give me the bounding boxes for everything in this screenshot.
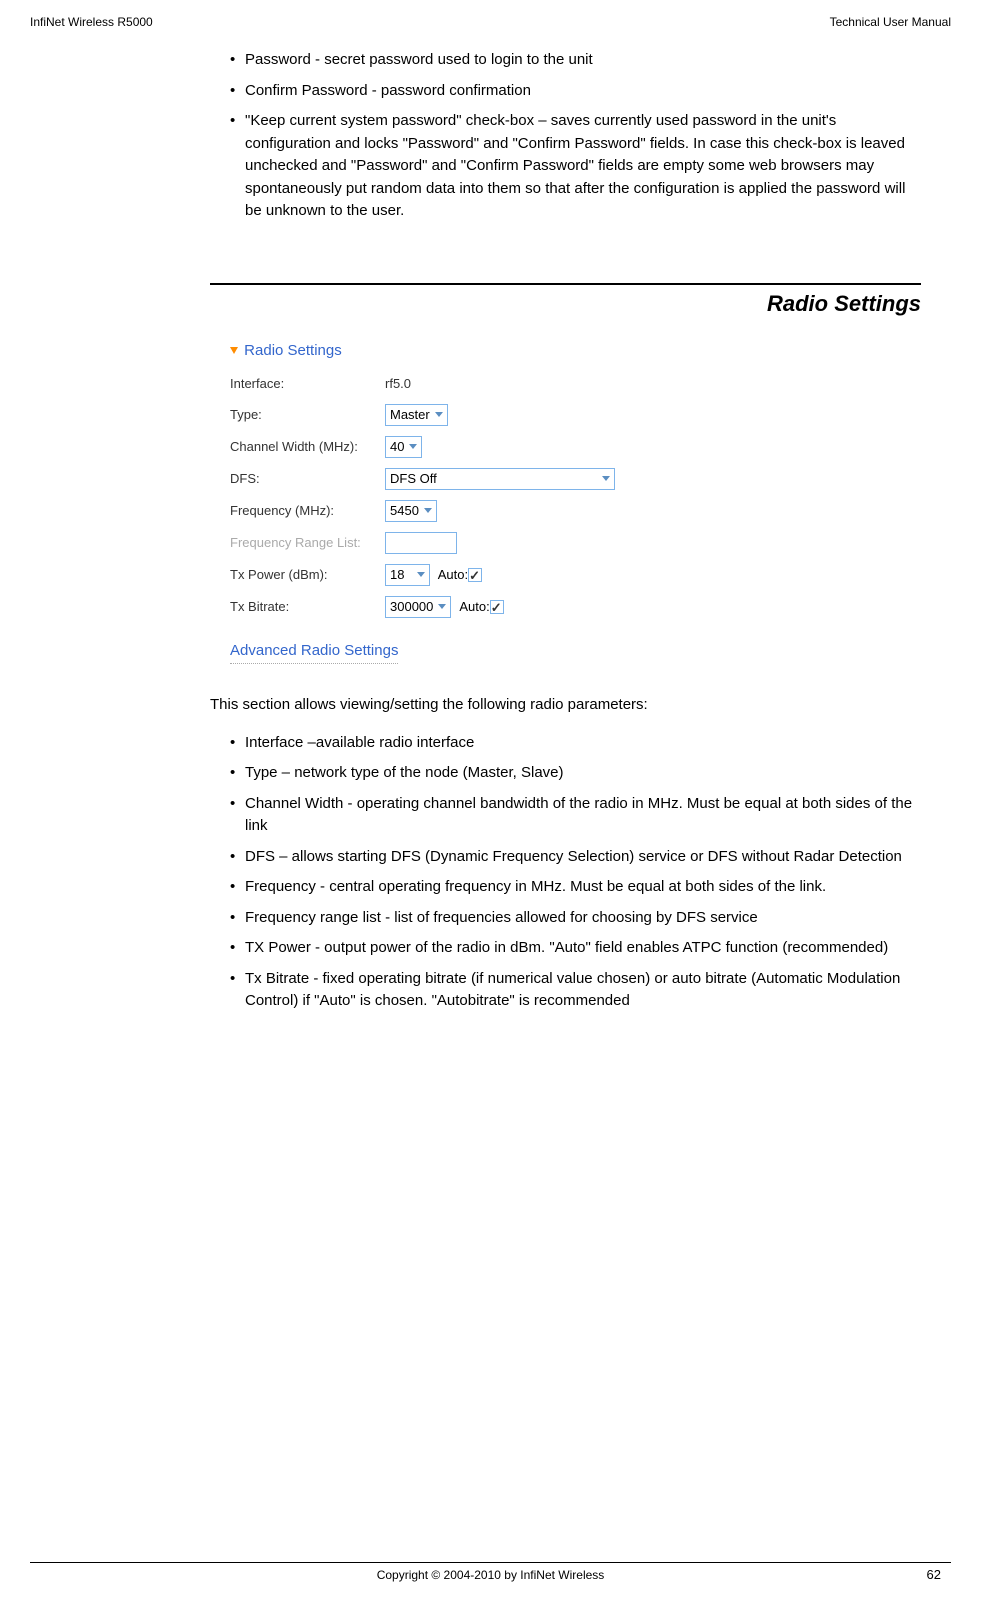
copyright-text: Copyright © 2004-2010 by InfiNet Wireles… — [377, 1568, 605, 1582]
freq-range-label: Frequency Range List: — [230, 533, 385, 553]
frequency-value: 5450 — [390, 501, 419, 521]
list-text: DFS – allows starting DFS (Dynamic Frequ… — [245, 848, 902, 865]
triangle-down-icon — [230, 347, 238, 354]
tx-bitrate-value: 300000 — [390, 597, 433, 617]
list-item: Type – network type of the node (Master,… — [210, 762, 921, 785]
password-list: Password - secret password used to login… — [210, 49, 921, 223]
header-left: InfiNet Wireless R5000 — [30, 15, 153, 29]
list-text: Type – network type of the node (Master,… — [245, 764, 564, 781]
list-item: Confirm Password - password confirmation — [210, 80, 921, 103]
tx-bitrate-select[interactable]: 300000 — [385, 596, 451, 618]
list-text: "Keep current system password" check-box… — [245, 112, 905, 219]
tx-power-auto-checkbox[interactable] — [468, 568, 482, 582]
chevron-down-icon — [435, 412, 443, 417]
type-row: Type: Master — [230, 404, 901, 426]
channel-width-label: Channel Width (MHz): — [230, 437, 385, 457]
frequency-label: Frequency (MHz): — [230, 501, 385, 521]
list-text: Frequency range list - list of frequenci… — [245, 909, 758, 926]
list-text: Interface –available radio interface — [245, 734, 474, 751]
tx-power-label: Tx Power (dBm): — [230, 565, 385, 585]
dfs-row: DFS: DFS Off — [230, 468, 901, 490]
page-number: 62 — [927, 1567, 941, 1582]
tx-bitrate-auto-label: Auto: — [459, 597, 489, 617]
interface-value: rf5.0 — [385, 374, 411, 394]
channel-width-row: Channel Width (MHz): 40 — [230, 436, 901, 458]
frequency-select[interactable]: 5450 — [385, 500, 437, 522]
list-item: "Keep current system password" check-box… — [210, 110, 921, 223]
list-item: Channel Width - operating channel bandwi… — [210, 793, 921, 838]
tx-power-value: 18 — [390, 565, 404, 585]
list-item: DFS – allows starting DFS (Dynamic Frequ… — [210, 846, 921, 869]
list-item: Frequency range list - list of frequenci… — [210, 907, 921, 930]
frequency-row: Frequency (MHz): 5450 — [230, 500, 901, 522]
freq-range-input[interactable] — [385, 532, 457, 554]
dfs-select[interactable]: DFS Off — [385, 468, 615, 490]
advanced-label: Advanced Radio Settings — [230, 642, 398, 659]
type-label: Type: — [230, 405, 385, 425]
dfs-value: DFS Off — [390, 469, 437, 489]
radio-settings-header[interactable]: Radio Settings — [230, 340, 901, 363]
page-footer: Copyright © 2004-2010 by InfiNet Wireles… — [30, 1562, 951, 1582]
chevron-down-icon — [424, 508, 432, 513]
section-title: Radio Settings — [210, 283, 921, 320]
channel-width-select[interactable]: 40 — [385, 436, 422, 458]
chevron-down-icon — [417, 572, 425, 577]
type-select[interactable]: Master — [385, 404, 448, 426]
freq-range-row: Frequency Range List: — [230, 532, 901, 554]
list-item: Interface –available radio interface — [210, 732, 921, 755]
tx-power-auto-label: Auto: — [438, 565, 468, 585]
dfs-label: DFS: — [230, 469, 385, 489]
radio-settings-screenshot: Radio Settings Interface: rf5.0 Type: Ma… — [210, 330, 921, 675]
list-text: Frequency - central operating frequency … — [245, 878, 826, 895]
tx-bitrate-auto-checkbox[interactable] — [490, 600, 504, 614]
tx-bitrate-label: Tx Bitrate: — [230, 597, 385, 617]
list-item: TX Power - output power of the radio in … — [210, 937, 921, 960]
list-text: Tx Bitrate - fixed operating bitrate (if… — [245, 970, 900, 1010]
list-text: Confirm Password - password confirmation — [245, 82, 531, 99]
chevron-down-icon — [409, 444, 417, 449]
channel-width-value: 40 — [390, 437, 404, 457]
list-item: Frequency - central operating frequency … — [210, 876, 921, 899]
page-header: InfiNet Wireless R5000 Technical User Ma… — [0, 0, 981, 29]
content-area: Password - secret password used to login… — [210, 29, 921, 1013]
interface-label: Interface: — [230, 374, 385, 394]
radio-settings-title: Radio Settings — [244, 342, 342, 359]
list-text: TX Power - output power of the radio in … — [245, 939, 888, 956]
interface-row: Interface: rf5.0 — [230, 374, 901, 394]
list-text: Channel Width - operating channel bandwi… — [245, 795, 912, 835]
chevron-down-icon — [438, 604, 446, 609]
chevron-down-icon — [602, 476, 610, 481]
type-value: Master — [390, 405, 430, 425]
header-right: Technical User Manual — [830, 15, 951, 29]
tx-power-row: Tx Power (dBm): 18 Auto: — [230, 564, 901, 586]
list-item: Tx Bitrate - fixed operating bitrate (if… — [210, 968, 921, 1013]
list-item: Password - secret password used to login… — [210, 49, 921, 72]
advanced-radio-settings-link[interactable]: Advanced Radio Settings — [230, 640, 398, 665]
tx-power-select[interactable]: 18 — [385, 564, 430, 586]
parameter-list: Interface –available radio interface Typ… — [210, 732, 921, 1013]
list-text: Password - secret password used to login… — [245, 51, 593, 68]
tx-bitrate-row: Tx Bitrate: 300000 Auto: — [230, 596, 901, 618]
intro-text: This section allows viewing/setting the … — [210, 694, 921, 717]
